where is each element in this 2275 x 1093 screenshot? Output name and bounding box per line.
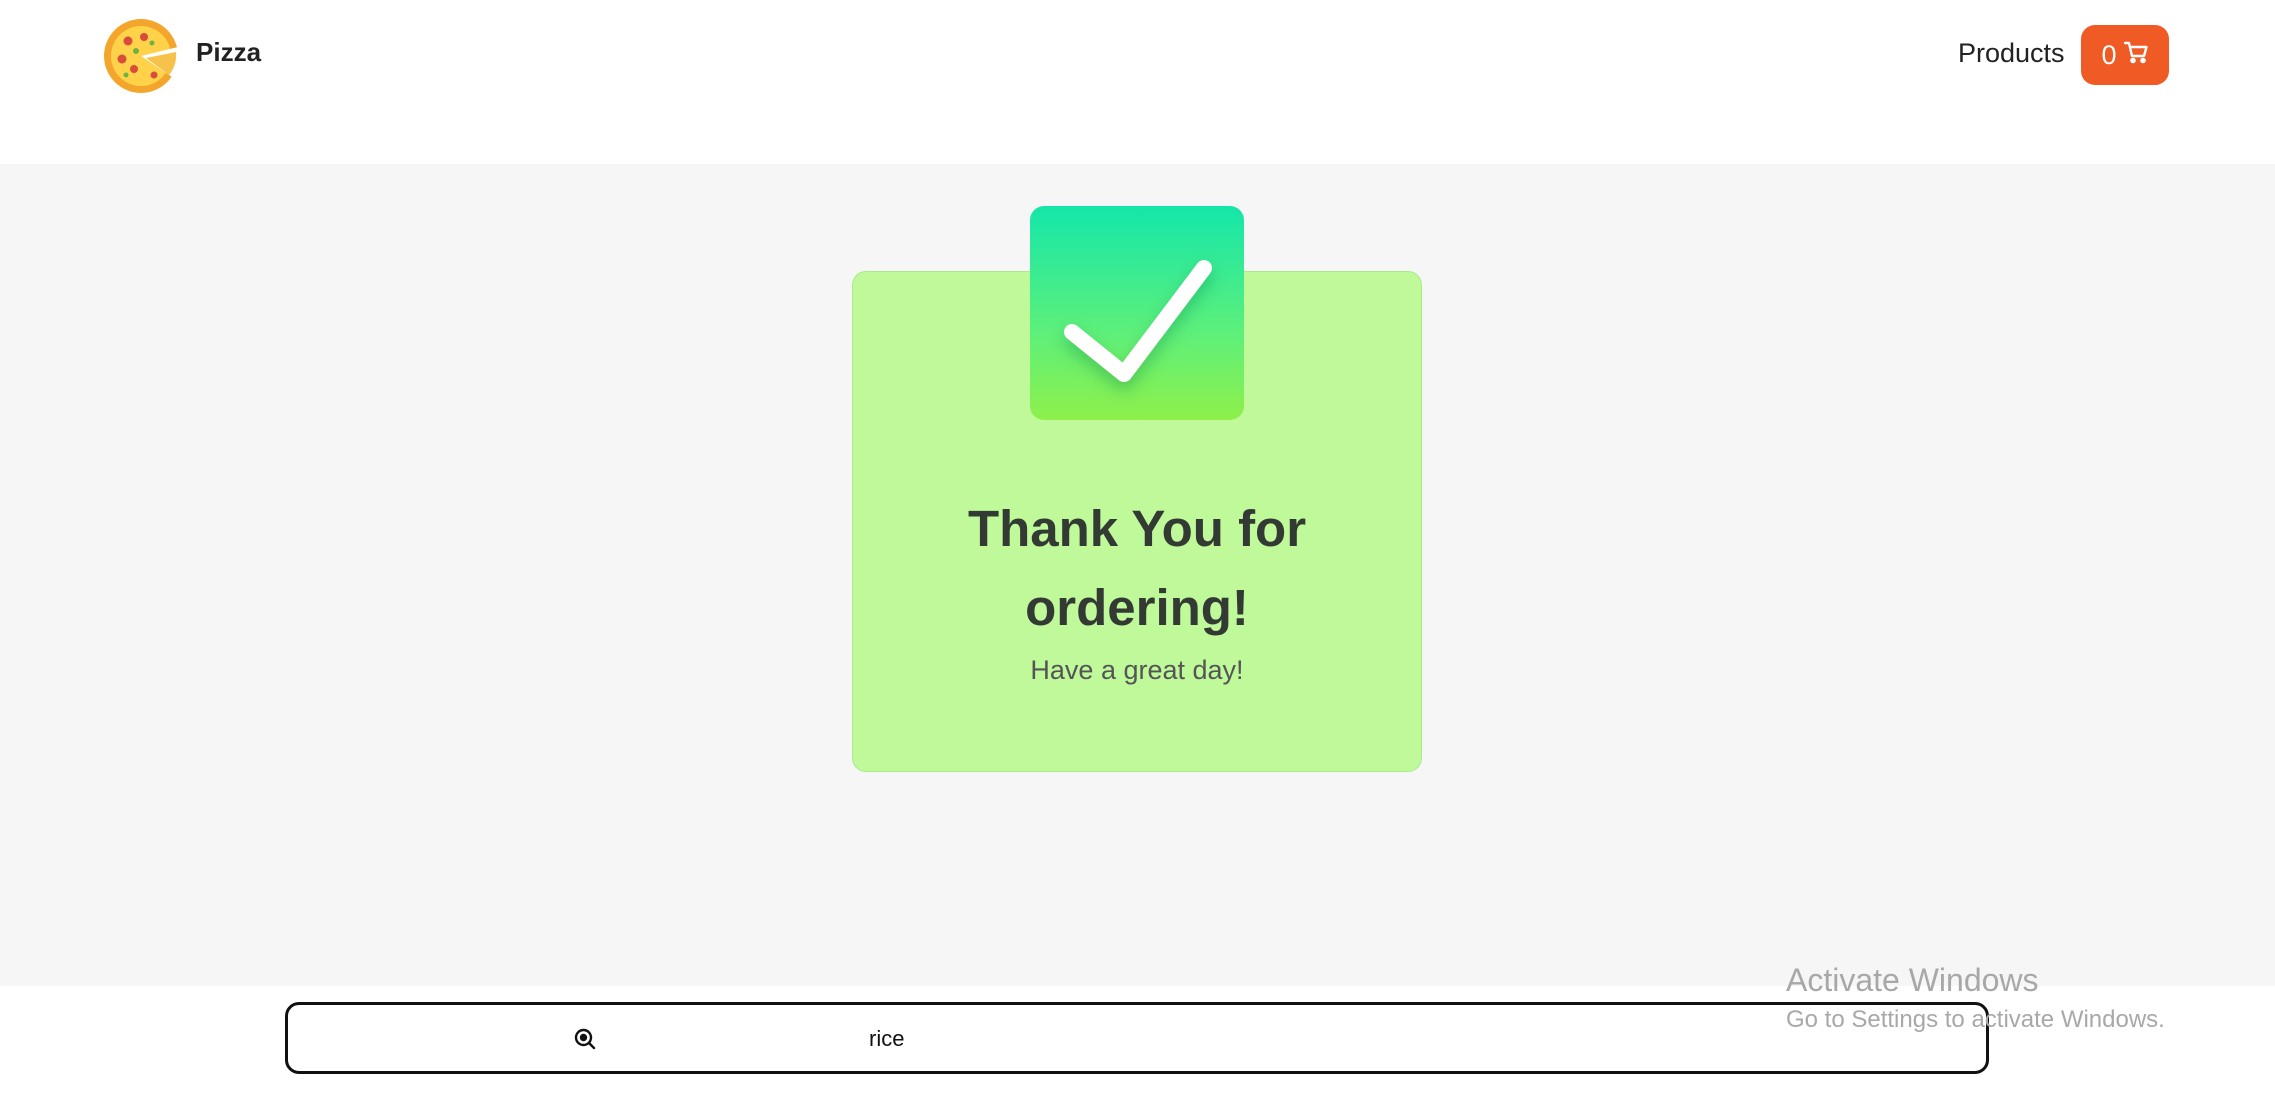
activate-windows-subtitle: Go to Settings to activate Windows.	[1786, 1006, 2165, 1033]
nav-link-products[interactable]: Products	[1958, 38, 2065, 69]
brand-name[interactable]: Pizza	[196, 37, 261, 68]
search-query[interactable]: rice	[869, 1026, 904, 1052]
checkmark-icon	[1030, 206, 1244, 420]
search-icon	[573, 1027, 597, 1051]
confirmation-subtitle: Have a great day!	[1030, 655, 1244, 685]
cart-button[interactable]: 0	[2081, 25, 2169, 85]
pizza-logo-icon[interactable]	[102, 17, 180, 95]
cart-count: 0	[2101, 39, 2117, 70]
cart-icon	[2123, 40, 2149, 71]
site-header: Pizza Products 0	[0, 0, 2275, 164]
activate-windows-title: Activate Windows	[1786, 962, 2039, 998]
confirmation-title: Thank You for ordering!	[967, 500, 1307, 636]
search-bar[interactable]: rice	[285, 1002, 1989, 1074]
